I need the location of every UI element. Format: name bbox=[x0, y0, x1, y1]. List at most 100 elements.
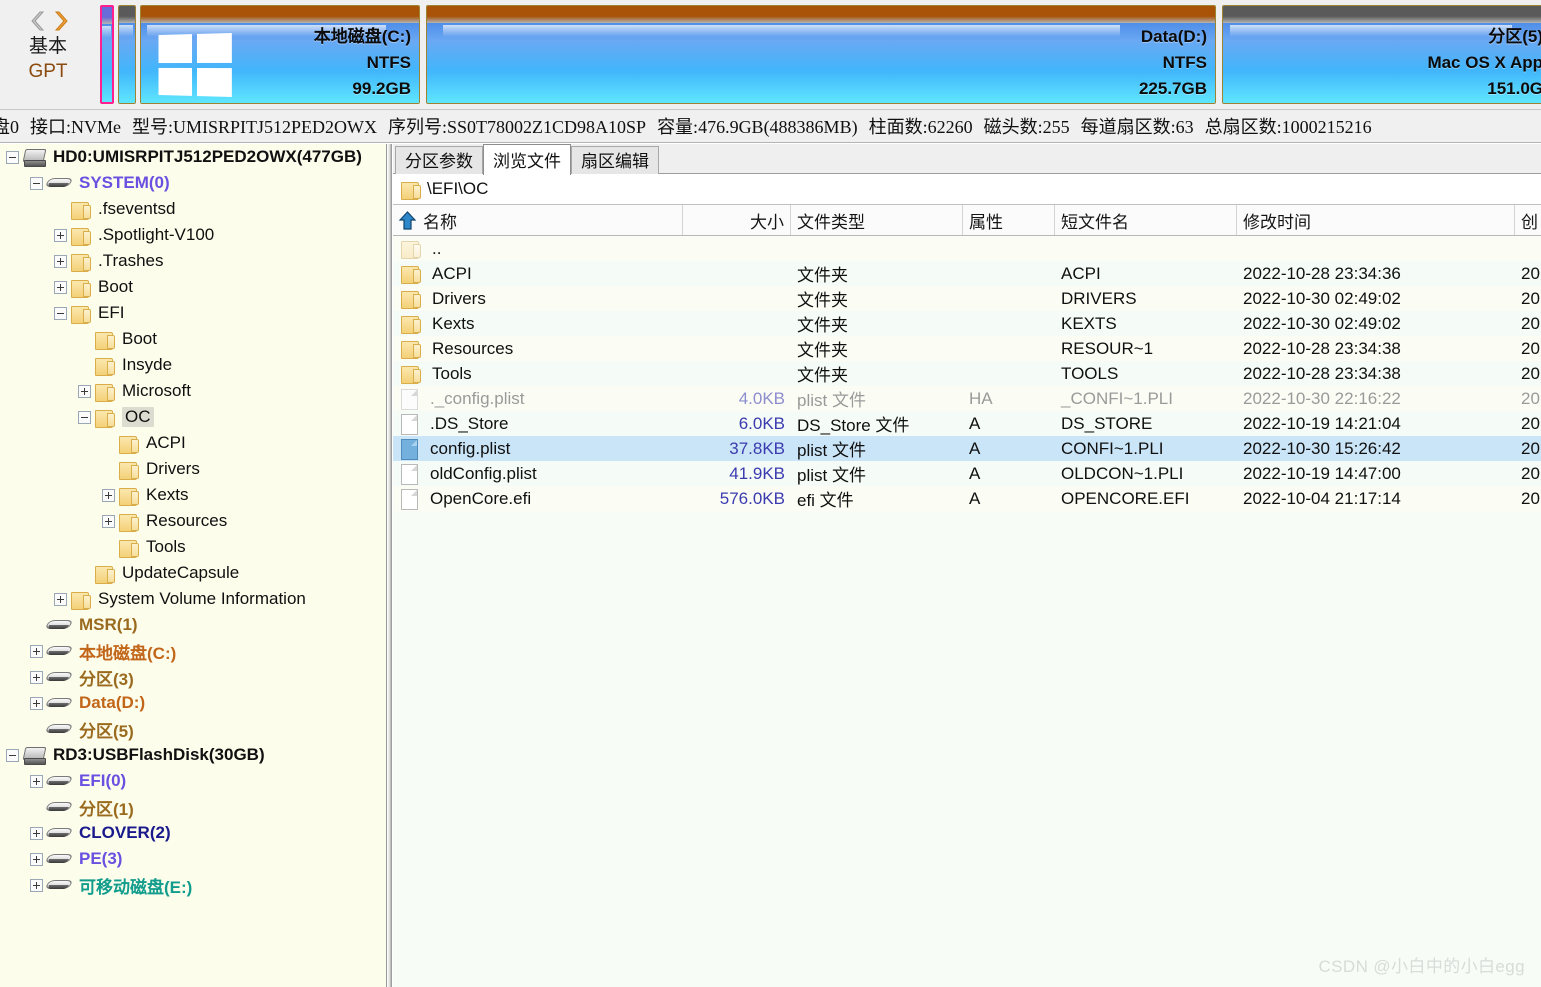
expand-icon[interactable] bbox=[30, 878, 43, 892]
tree-node[interactable]: EFI bbox=[0, 300, 386, 326]
tree-node[interactable]: CLOVER(2) bbox=[0, 820, 386, 846]
partition-block[interactable]: 本地磁盘(C:) NTFS 99.2GB bbox=[140, 5, 420, 104]
folder-icon bbox=[95, 331, 115, 350]
expand-icon[interactable] bbox=[54, 228, 67, 242]
expand-icon[interactable] bbox=[102, 514, 115, 528]
table-row[interactable]: ACPI 文件夹 ACPI 2022-10-28 23:34:36 20 bbox=[393, 261, 1541, 286]
expand-icon[interactable] bbox=[54, 592, 67, 606]
tree-node[interactable]: PE(3) bbox=[0, 846, 386, 872]
tab-1[interactable]: 浏览文件 bbox=[483, 144, 571, 175]
cell-size bbox=[683, 236, 791, 261]
tree-node[interactable]: SYSTEM(0) bbox=[0, 170, 386, 196]
column-header[interactable]: 文件类型 bbox=[791, 205, 963, 235]
tree-node[interactable]: Drivers bbox=[0, 456, 386, 482]
tree-node-label: 可移动磁盘(E:) bbox=[79, 877, 193, 897]
table-row[interactable]: Tools 文件夹 TOOLS 2022-10-28 23:34:38 20 bbox=[393, 361, 1541, 386]
table-row[interactable]: ._config.plist 4.0KB plist 文件 HA _CONFI~1.PL… bbox=[393, 386, 1541, 411]
tree-node[interactable]: Microsoft bbox=[0, 378, 386, 404]
cell-name: ACPI bbox=[393, 261, 683, 286]
collapse-icon[interactable] bbox=[54, 306, 67, 320]
tree-node[interactable]: 分区(1) bbox=[0, 794, 386, 820]
tree-node[interactable]: EFI(0) bbox=[0, 768, 386, 794]
cell-size bbox=[683, 286, 791, 311]
tree-node[interactable]: Insyde bbox=[0, 352, 386, 378]
column-header[interactable]: 修改时间 bbox=[1237, 205, 1515, 235]
tree-panel-splitter[interactable] bbox=[387, 144, 392, 987]
folder-icon bbox=[95, 565, 115, 584]
collapse-icon[interactable] bbox=[30, 176, 43, 190]
cell-type: 文件夹 bbox=[797, 291, 848, 310]
tree-node[interactable]: Boot bbox=[0, 274, 386, 300]
tree-node[interactable]: Tools bbox=[0, 534, 386, 560]
table-row[interactable]: config.plist 37.8KB plist 文件 A CONFI~1.PLI 20… bbox=[393, 436, 1541, 461]
table-row[interactable]: Resources 文件夹 RESOUR~1 2022-10-28 23:34:38 2… bbox=[393, 336, 1541, 361]
expand-icon[interactable] bbox=[102, 488, 115, 502]
collapse-icon[interactable] bbox=[78, 410, 91, 424]
expand-icon[interactable] bbox=[30, 826, 43, 840]
path-bar[interactable]: \EFI\OC bbox=[393, 174, 1541, 205]
tree-node[interactable]: .Trashes bbox=[0, 248, 386, 274]
tree-node[interactable]: Boot bbox=[0, 326, 386, 352]
table-row[interactable]: Kexts 文件夹 KEXTS 2022-10-30 02:49:02 20 bbox=[393, 311, 1541, 336]
cell-attr: A bbox=[969, 488, 981, 508]
table-row[interactable]: .. bbox=[393, 236, 1541, 261]
expand-icon[interactable] bbox=[30, 852, 43, 866]
tab-0[interactable]: 分区参数 bbox=[395, 146, 483, 174]
expand-icon[interactable] bbox=[30, 774, 43, 788]
column-header[interactable]: 大小 bbox=[683, 205, 791, 235]
tree-node[interactable]: 可移动磁盘(E:) bbox=[0, 872, 386, 898]
tree-node[interactable]: 分区(5) bbox=[0, 716, 386, 742]
hdd-icon bbox=[23, 746, 46, 765]
tree-node[interactable]: OC bbox=[0, 404, 386, 430]
partition-block[interactable]: Data(D:) NTFS 225.7GB bbox=[426, 5, 1216, 104]
tree-node[interactable]: 分区(3) bbox=[0, 664, 386, 690]
expand-icon[interactable] bbox=[30, 644, 43, 658]
tree-node[interactable]: Resources bbox=[0, 508, 386, 534]
expand-icon[interactable] bbox=[54, 280, 67, 294]
tree-node[interactable]: UpdateCapsule bbox=[0, 560, 386, 586]
disk-info-segment: 序列号:SS0T78002Z1CD98A10SP bbox=[388, 117, 647, 137]
tree-node[interactable]: HD0:UMISRPITJ512PED2OWX(477GB) bbox=[0, 144, 386, 170]
table-row[interactable]: Drivers 文件夹 DRIVERS 2022-10-30 02:49:02 20 bbox=[393, 286, 1541, 311]
column-header-label: 属性 bbox=[969, 212, 1003, 232]
table-row[interactable]: .DS_Store 6.0KB DS_Store 文件 A DS_STORE 2022-1… bbox=[393, 411, 1541, 436]
tree-node[interactable]: System Volume Information bbox=[0, 586, 386, 612]
cell-type: DS_Store 文件 bbox=[797, 416, 910, 435]
device-tree-panel[interactable]: HD0:UMISRPITJ512PED2OWX(477GB) SYSTEM(0).… bbox=[0, 144, 387, 987]
collapse-icon[interactable] bbox=[6, 748, 19, 762]
column-header-label: 文件类型 bbox=[797, 212, 865, 232]
table-row[interactable]: oldConfig.plist 41.9KB plist 文件 A OLDCON~1.P… bbox=[393, 461, 1541, 486]
tab-2[interactable]: 扇区编辑 bbox=[571, 146, 659, 174]
tree-node[interactable]: ACPI bbox=[0, 430, 386, 456]
tree-node[interactable]: Kexts bbox=[0, 482, 386, 508]
cell-mtime: 2022-10-28 23:34:38 bbox=[1243, 338, 1401, 358]
partition-block[interactable] bbox=[100, 5, 114, 104]
partition-labels: 本地磁盘(C:) NTFS 99.2GB bbox=[314, 24, 411, 102]
cell-name: Tools bbox=[393, 361, 683, 386]
expand-icon[interactable] bbox=[78, 384, 91, 398]
file-list-body[interactable]: .. ACPI 文件夹 ACPI 2022-10-28 23:34:36 20 Driver… bbox=[393, 236, 1541, 987]
cell-short: OPENCORE.EFI bbox=[1061, 488, 1190, 508]
tree-node[interactable]: MSR(1) bbox=[0, 612, 386, 638]
expand-icon[interactable] bbox=[30, 696, 43, 710]
file-name-label: ._config.plist bbox=[430, 388, 525, 408]
collapse-icon[interactable] bbox=[6, 150, 19, 164]
tree-node[interactable]: Data(D:) bbox=[0, 690, 386, 716]
column-header[interactable]: 创 bbox=[1515, 205, 1541, 235]
column-header[interactable]: 属性 bbox=[963, 205, 1055, 235]
partition-block[interactable]: 分区(5) Mac OS X App 151.0G bbox=[1222, 5, 1541, 104]
chevron-left-icon[interactable] bbox=[26, 10, 46, 32]
table-row[interactable]: OpenCore.efi 576.0KB efi 文件 A OPENCORE.EFI 20… bbox=[393, 486, 1541, 511]
part-icon bbox=[47, 878, 71, 892]
partition-block[interactable] bbox=[118, 5, 136, 104]
tree-node[interactable]: RD3:USBFlashDisk(30GB) bbox=[0, 742, 386, 768]
chevron-right-icon[interactable] bbox=[50, 10, 70, 32]
column-header[interactable]: 名称 bbox=[393, 205, 683, 235]
tree-node[interactable]: .Spotlight-V100 bbox=[0, 222, 386, 248]
tree-node[interactable]: 本地磁盘(C:) bbox=[0, 638, 386, 664]
tree-node-label: Tools bbox=[146, 537, 186, 556]
tree-node[interactable]: .fseventsd bbox=[0, 196, 386, 222]
column-header[interactable]: 短文件名 bbox=[1055, 205, 1237, 235]
expand-icon[interactable] bbox=[30, 670, 43, 684]
expand-icon[interactable] bbox=[54, 254, 67, 268]
